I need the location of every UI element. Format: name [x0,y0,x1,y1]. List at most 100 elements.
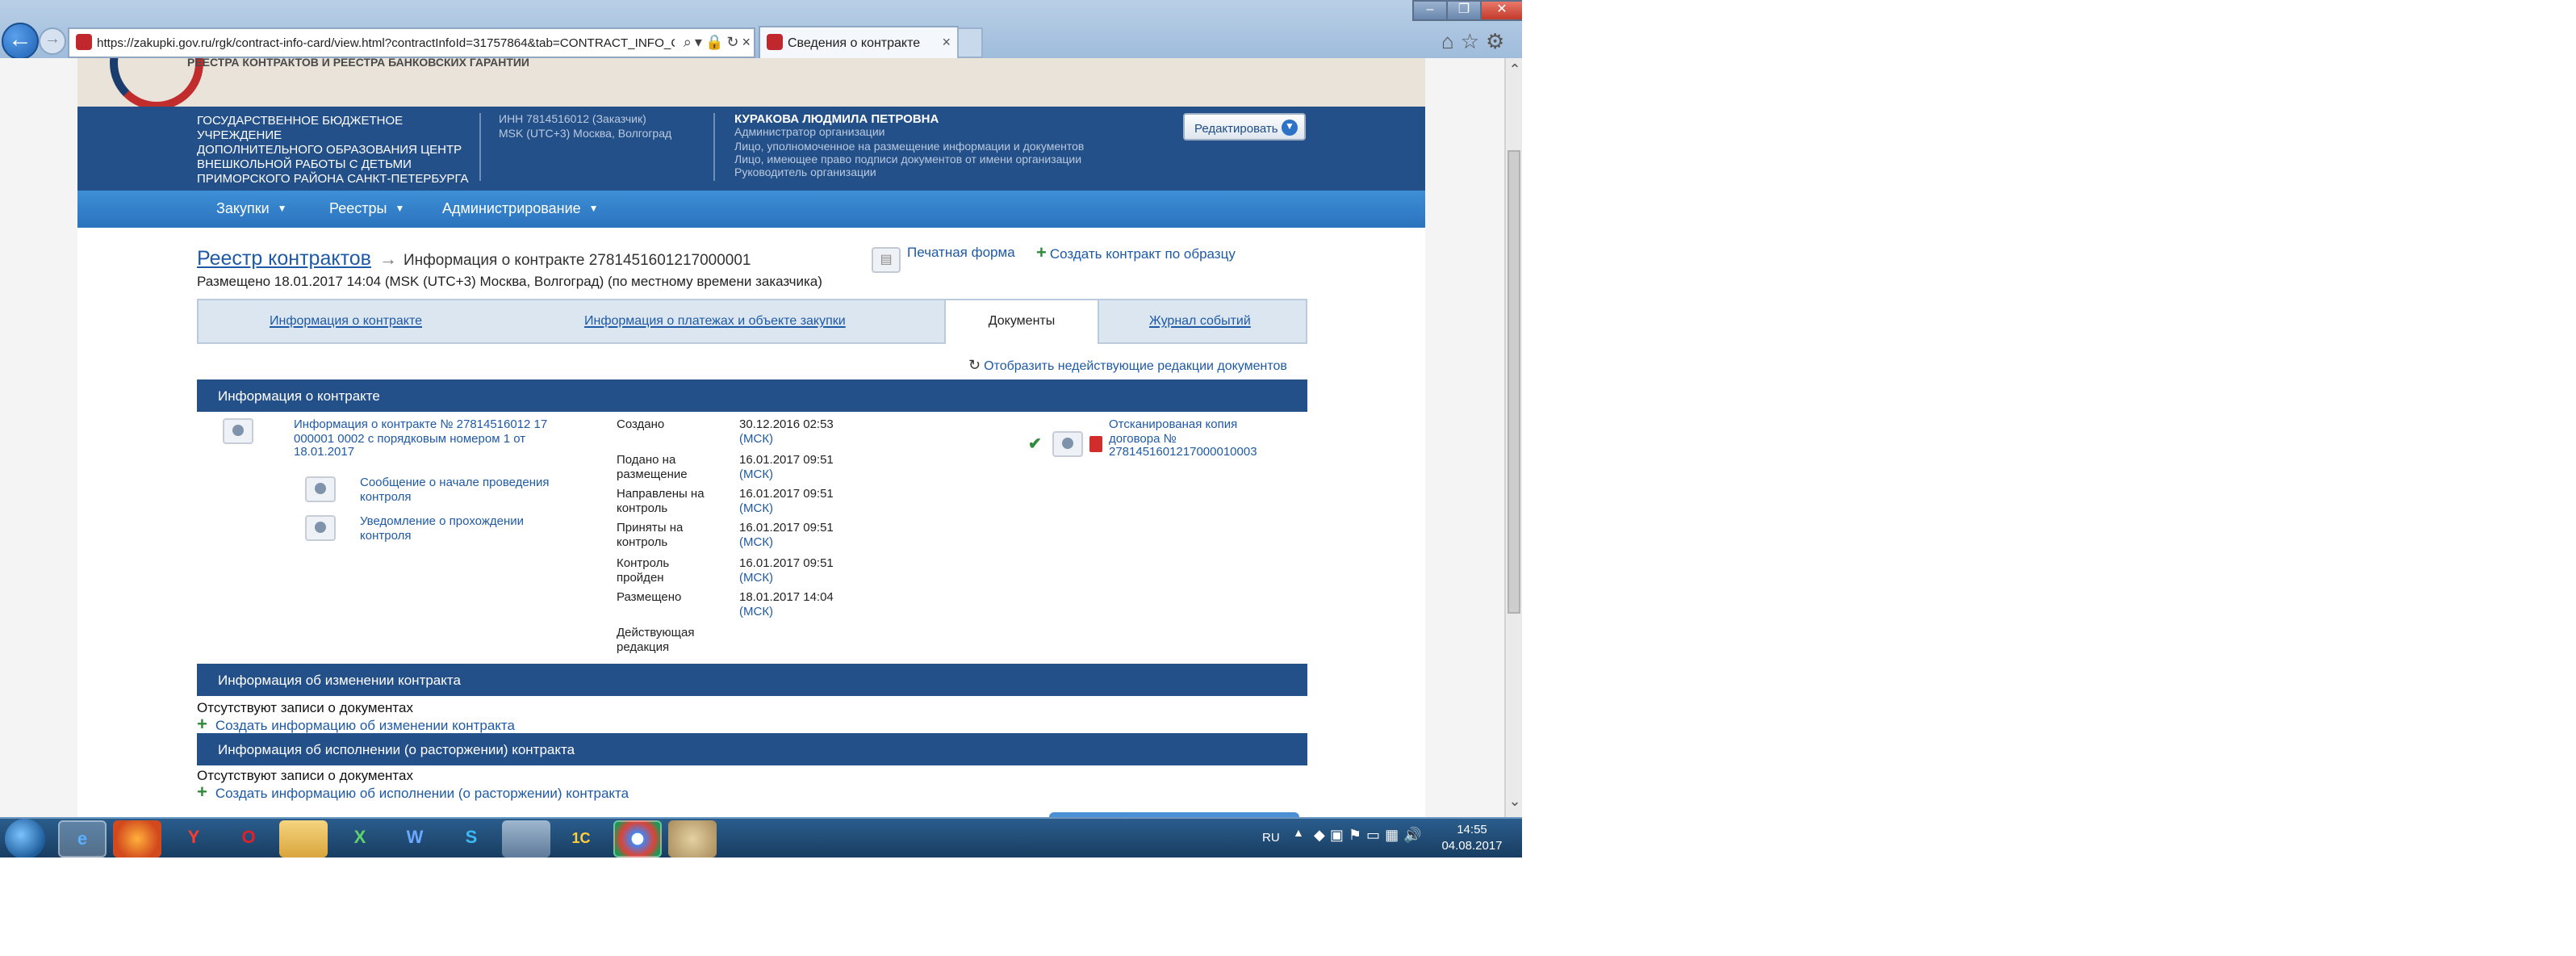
scroll-up-icon[interactable]: ⌃ [1506,61,1522,79]
clock[interactable]: 14:55 04.08.2017 [1436,822,1508,854]
doc-link-contract-info[interactable]: Информация о контракте № 27814516012 17 … [294,417,552,460]
document-icon[interactable] [305,515,336,541]
taskbar-paint-icon[interactable] [668,820,717,857]
forward-button[interactable]: → [39,27,66,55]
caret-down-icon: ▼ [395,205,405,215]
section-header-contract-change: Информация об изменении контракта [197,664,1307,696]
tab-payments[interactable]: Информация о платежах и объекте закупки [584,300,846,342]
plus-icon: + [197,715,207,735]
document-icon[interactable] [1052,431,1083,457]
taskbar-chrome-icon[interactable] [613,820,662,857]
screen: ← → https://zakupki.gov.ru/rgk/contract-… [0,0,1522,857]
tab-event-log[interactable]: Журнал событий [1149,300,1251,342]
tab-documents[interactable]: Документы [944,300,1099,344]
main-menu: Закупки ▼ Реестры ▼ Администрирование ▼ [77,191,1425,228]
create-execution-info-link[interactable]: + Создать информацию об исполнении (о рас… [197,783,629,803]
site-header: РЕЕСТРА КОНТРАКТОВ И РЕЕСТРА БАНКОВСКИХ … [77,58,1425,110]
favorites-star-icon[interactable]: ☆ [1461,29,1486,53]
taskbar-yandex-icon[interactable]: Y [169,820,218,857]
empty-state-text: Отсутствуют записи о документах [197,699,413,715]
org-inn: ИНН 7814516012 (Заказчик) [499,115,646,126]
status-label: Контроль пройден [617,556,670,585]
user-role: Лицо, имеющее право подписи документов о… [734,154,1082,166]
menu-item-admin[interactable]: Администрирование ▼ [442,191,599,228]
usb-icon[interactable]: ▣ [1330,827,1349,843]
tab-contract-info[interactable]: Информация о контракте [270,300,422,342]
volume-icon[interactable]: 🔊 [1403,827,1426,843]
network-icon[interactable]: ▦ [1385,827,1403,843]
status-date: 18.01.2017 14:04 [739,589,834,604]
new-tab-button[interactable] [957,27,983,58]
doc-link-control-start[interactable]: Сообщение о начале проведения контроля [360,475,554,504]
browser-toolbar-icons: ⌂☆⚙ [1441,29,1511,55]
status-label: Действующая редакция [617,625,695,654]
monitor-icon[interactable]: ▭ [1366,827,1385,843]
site-header-title: РЕЕСТРА КОНТРАКТОВ И РЕЕСТРА БАНКОВСКИХ … [187,58,529,69]
taskbar-opera-icon[interactable]: O [224,820,273,857]
tab-close-icon[interactable]: × [942,27,951,58]
scroll-down-icon[interactable]: ⌄ [1506,793,1522,811]
tray-expand-icon[interactable]: ▲ [1293,828,1304,840]
menu-item-reestry[interactable]: Реестры ▼ [329,191,404,228]
address-bar[interactable]: https://zakupki.gov.ru/rgk/contract-info… [68,27,755,58]
org-timezone: MSK (UTC+3) Москва, Волгоград [499,129,672,140]
doc-link-control-notice[interactable]: Уведомление о прохождении контроля [360,514,554,543]
window-close-button[interactable]: ✕ [1480,0,1522,21]
close-icon[interactable]: × [742,34,751,50]
doc-link-scan-copy[interactable]: Отсканированая копия договора № 27814516… [1109,417,1286,460]
posted-info: Размещено 18.01.2017 14:04 (MSK (UTC+3) … [197,273,822,289]
vertical-scrollbar[interactable]: ⌃ ⌄ [1504,58,1522,817]
scrollbar-thumb[interactable] [1508,150,1520,614]
status-label: Подано на размещение [617,452,688,481]
status-timezone: (МСК) [739,430,774,446]
status-value: 16.01.2017 09:51 (МСК) [739,452,834,481]
taskbar: e Y O X W S 1С RU ▲ ◆▣⚑▭▦🔊 14:55 04.08.20… [0,817,1522,857]
browser-tab[interactable]: Сведения о контракте × [759,26,959,58]
taskbar-excel-icon[interactable]: X [336,820,384,857]
status-timezone: (МСК) [739,603,774,618]
tray-icons: ◆▣⚑▭▦🔊 [1314,827,1427,845]
maximize-button[interactable]: ❐ [1446,0,1482,21]
taskbar-skype-icon[interactable]: S [447,820,496,857]
arrow-right-icon: → [378,250,397,270]
status-value: 16.01.2017 09:51 (МСК) [739,486,834,515]
page-title: Информация о контракте 27814516012170000… [403,252,751,270]
create-execution-info-label: Создать информацию об исполнении (о раст… [215,785,629,801]
taskbar-network-icon[interactable] [502,820,550,857]
show-inactive-link[interactable]: ↻ Отобразить недействующие редакции докум… [968,357,1287,375]
flag-icon[interactable]: ⚑ [1349,827,1366,843]
dropdown-icon[interactable]: ▾ [695,34,702,50]
taskbar-1c-icon[interactable]: 1С [557,820,605,857]
checkmark-icon: ✔ [1028,436,1042,454]
status-timezone: (МСК) [739,466,774,481]
search-icon[interactable]: ⌕ [684,34,692,50]
refresh-icon[interactable]: ↻ [726,34,738,50]
taskbar-ie-icon[interactable]: e [58,820,107,857]
edit-button[interactable]: Редактировать ▼ [1183,113,1306,140]
taskbar-word-icon[interactable]: W [391,820,439,857]
create-change-info-link[interactable]: + Создать информацию об изменении контрак… [197,715,515,735]
taskbar-firefox-icon[interactable] [113,820,161,857]
create-contract-button[interactable]: + Создать контракт по образцу [1036,244,1236,263]
address-bar-icons: ⌕ ▾ 🔒 ↻ × [675,29,751,57]
start-button[interactable] [5,819,45,857]
minimize-button[interactable]: – [1412,0,1448,21]
settings-gear-icon[interactable]: ⚙ [1486,29,1511,53]
taskbar-folder-icon[interactable] [279,820,328,857]
document-icon[interactable] [305,476,336,502]
status-label: Создано [617,417,665,431]
breadcrumb-link-registry[interactable]: Реестр контрактов [197,247,371,270]
document-icon[interactable] [223,418,253,444]
url-text: https://zakupki.gov.ru/rgk/contract-info… [97,36,696,50]
org-name-line: ДОПОЛНИТЕЛЬНОГО ОБРАЗОВАНИЯ ЦЕНТР [197,142,462,157]
browser-chrome: ← → https://zakupki.gov.ru/rgk/contract-… [0,0,1522,60]
home-icon[interactable]: ⌂ [1441,29,1461,53]
lock-icon[interactable]: 🔒 [705,34,723,50]
menu-item-zakupki[interactable]: Закупки ▼ [216,191,287,228]
user-name: КУРАКОВА ЛЮДМИЛА ПЕТРОВНА [734,111,939,126]
tray-app-icon[interactable]: ◆ [1314,827,1330,843]
clock-time: 14:55 [1457,822,1487,836]
language-indicator[interactable]: RU [1262,830,1280,845]
back-button[interactable]: ← [2,23,39,60]
print-form-button[interactable]: ▤ Печатная форма [872,244,1015,273]
